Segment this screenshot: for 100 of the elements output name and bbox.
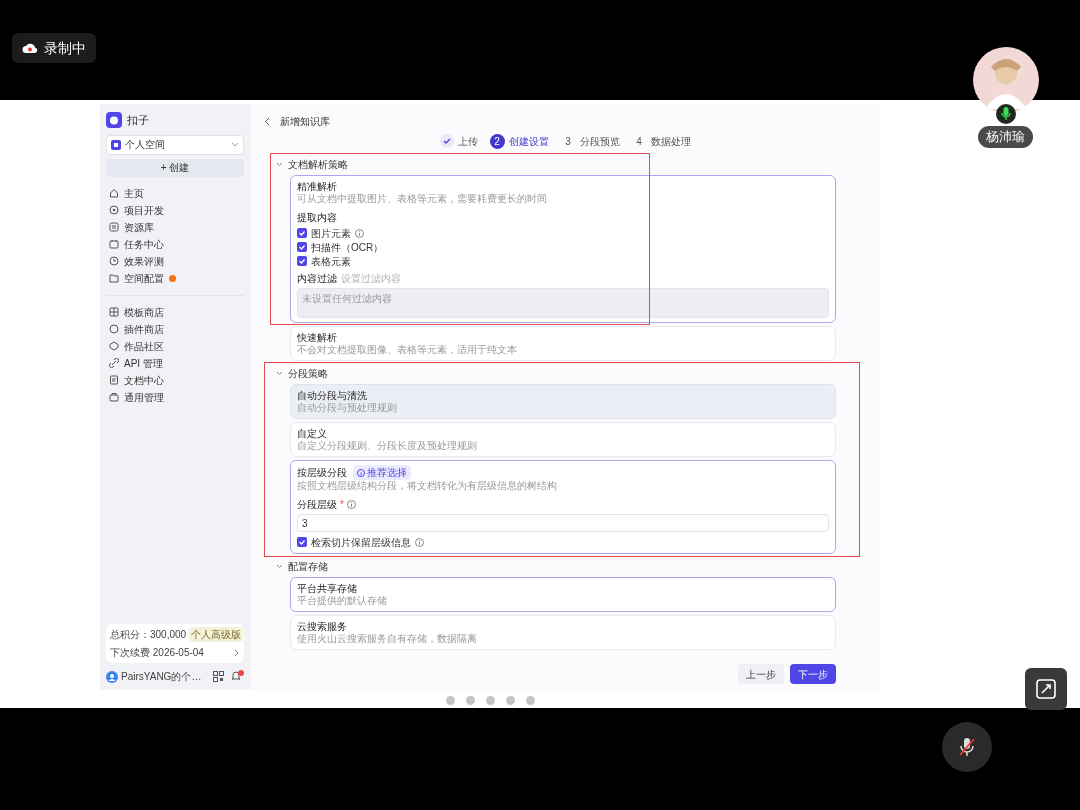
info-icon (346, 500, 356, 509)
step-number: 3 (564, 134, 572, 149)
nav-item[interactable]: 插件商店 (106, 320, 244, 338)
cloud-icon (22, 42, 38, 54)
space-icon (111, 139, 121, 150)
logo-icon (106, 112, 122, 129)
renewal-link[interactable]: 下次续费 2026-05-04 (110, 645, 240, 660)
option-title: 自动分段与清洗 (297, 389, 367, 402)
level-field[interactable]: 3 (297, 514, 829, 532)
step-label: 分段预览 (579, 134, 620, 149)
option-description: 使用火山云搜索服务自有存储，数据隔离 (297, 633, 478, 645)
list-icon (109, 222, 119, 232)
checkbox-label: 检索切片保留层级信息 (311, 535, 411, 550)
next-button[interactable]: 下一步 (790, 664, 836, 684)
field-label: 分段层级 (297, 498, 337, 512)
link-icon (109, 358, 119, 368)
option-description: 自动分段与预处理规则 (297, 402, 398, 414)
option-card[interactable]: 自定义 自定义分段规则、分段长度及预处理规则 (290, 422, 836, 457)
bell-icon[interactable] (230, 670, 244, 683)
option-title: 平台共享存储 (297, 582, 357, 595)
option-title: 精准解析 (297, 180, 337, 193)
step-number: 2 (489, 133, 505, 149)
nav-item[interactable]: 资源库 (106, 218, 244, 236)
points-text: 总积分：300,000 (110, 628, 187, 642)
info-icon (415, 537, 424, 547)
nav-item[interactable]: API 管理 (106, 354, 244, 372)
step-label: 数据处理 (650, 134, 691, 149)
collapse-icon[interactable] (276, 161, 283, 167)
checkbox[interactable] (297, 228, 307, 238)
hexagon-icon (109, 341, 119, 351)
section-heading: 配置存储 (288, 559, 328, 574)
microphone-icon (1001, 107, 1011, 121)
option-description: 不会对文档提取图像、表格等元素，适用于纯文本 (297, 344, 518, 356)
clock-icon (109, 256, 119, 266)
nav-item[interactable]: 通用管理 (106, 388, 244, 406)
user-name: PairsYANG的个… (121, 670, 203, 684)
tag-label: 推荐选择 (367, 466, 407, 480)
chevron-down-icon (231, 141, 239, 148)
field-hint: 设置过滤内容 (341, 272, 401, 286)
circle-icon (109, 324, 119, 334)
page-title: 新增知识库 (280, 114, 330, 129)
space-name: 个人空间 (125, 138, 166, 152)
checkbox-label: 扫描件（OCR） (311, 240, 384, 255)
option-description: 平台提供的默认存储 (297, 595, 388, 607)
option-card[interactable]: 精准解析 可从文档中提取图片、表格等元素，需要耗费更长的时间 提取内容 图片元素 扫描件（OCR） 表格元素 内容过滤 设置过滤内容 未设置任何过滤内容 (290, 175, 836, 323)
back-icon[interactable] (264, 116, 270, 126)
previous-button[interactable]: 上一步 (738, 664, 784, 684)
plan-tag: 个人高级版 (189, 627, 244, 642)
briefcase-icon (109, 392, 119, 402)
step-label: 创建设置 (508, 134, 549, 149)
circle-icon (109, 205, 119, 215)
space-selector[interactable]: 个人空间 (106, 134, 244, 155)
expand-button[interactable] (1025, 668, 1067, 710)
field-label: 内容过滤 (297, 272, 337, 286)
info-icon (357, 468, 365, 477)
nav-item[interactable]: 模板商店 (106, 303, 244, 321)
document-icon (109, 375, 119, 385)
option-description: 自定义分段规则、分段长度及预处理规则 (297, 440, 478, 452)
create-button[interactable]: + 创建 (106, 158, 244, 177)
collapse-icon[interactable] (276, 370, 283, 376)
expand-icon (1035, 678, 1057, 700)
required-mark: * (340, 498, 344, 512)
grid-icon (109, 307, 119, 317)
field-label: 提取内容 (297, 211, 338, 225)
calendar-icon (109, 239, 119, 249)
option-title: 按层级分段 (297, 466, 347, 479)
checkbox[interactable] (297, 537, 307, 547)
nav-item[interactable]: 效果评测 (106, 252, 244, 270)
option-card[interactable]: 快速解析 不会对文档提取图像、表格等元素，适用于纯文本 (290, 326, 836, 361)
checkbox[interactable] (297, 256, 307, 266)
option-card[interactable]: 平台共享存储 平台提供的默认存储 (290, 577, 836, 612)
option-title: 云搜索服务 (297, 620, 347, 633)
option-description: 可从文档中提取图片、表格等元素，需要耗费更长的时间 (297, 193, 548, 205)
qr-code-icon[interactable] (213, 671, 224, 682)
folder-icon (109, 273, 119, 283)
nav-item[interactable]: 项目开发 (106, 201, 244, 219)
option-description: 按照文档层级结构分段，将文档转化为有层级信息的树结构 (297, 480, 558, 492)
participant-name: 杨沛瑜 (978, 126, 1033, 148)
nav-item[interactable]: 任务中心 (106, 235, 244, 253)
option-card[interactable]: 云搜索服务 使用火山云搜索服务自有存储，数据隔离 (290, 615, 836, 650)
filter-field[interactable]: 未设置任何过滤内容 (297, 288, 829, 318)
option-title: 自定义 (297, 427, 327, 440)
recording-label: 录制中 (44, 38, 86, 58)
step-label: 上传 (457, 134, 478, 149)
checkbox[interactable] (297, 242, 307, 252)
nav-item[interactable]: 空间配置 (106, 269, 244, 287)
section-heading: 文档解析策略 (288, 157, 348, 172)
brand-name: 扣子 (127, 113, 149, 128)
user-avatar-icon (106, 670, 118, 683)
checkbox-label: 表格元素 (311, 254, 351, 269)
option-card[interactable]: 按层级分段 推荐选择 按照文档层级结构分段，将文档转化为有层级信息的树结构 分段层级 * 3 检索切片保留层级信息 (290, 460, 836, 554)
nav-item[interactable]: 主页 (106, 184, 244, 202)
section-heading: 分段策略 (288, 366, 328, 381)
step-number: 4 (635, 134, 643, 149)
home-icon (109, 188, 119, 198)
checkbox-label: 图片元素 (311, 226, 351, 241)
collapse-icon[interactable] (276, 563, 283, 569)
microphone-button[interactable] (942, 722, 992, 772)
nav-item[interactable]: 文档中心 (106, 371, 244, 389)
nav-item[interactable]: 作品社区 (106, 337, 244, 355)
